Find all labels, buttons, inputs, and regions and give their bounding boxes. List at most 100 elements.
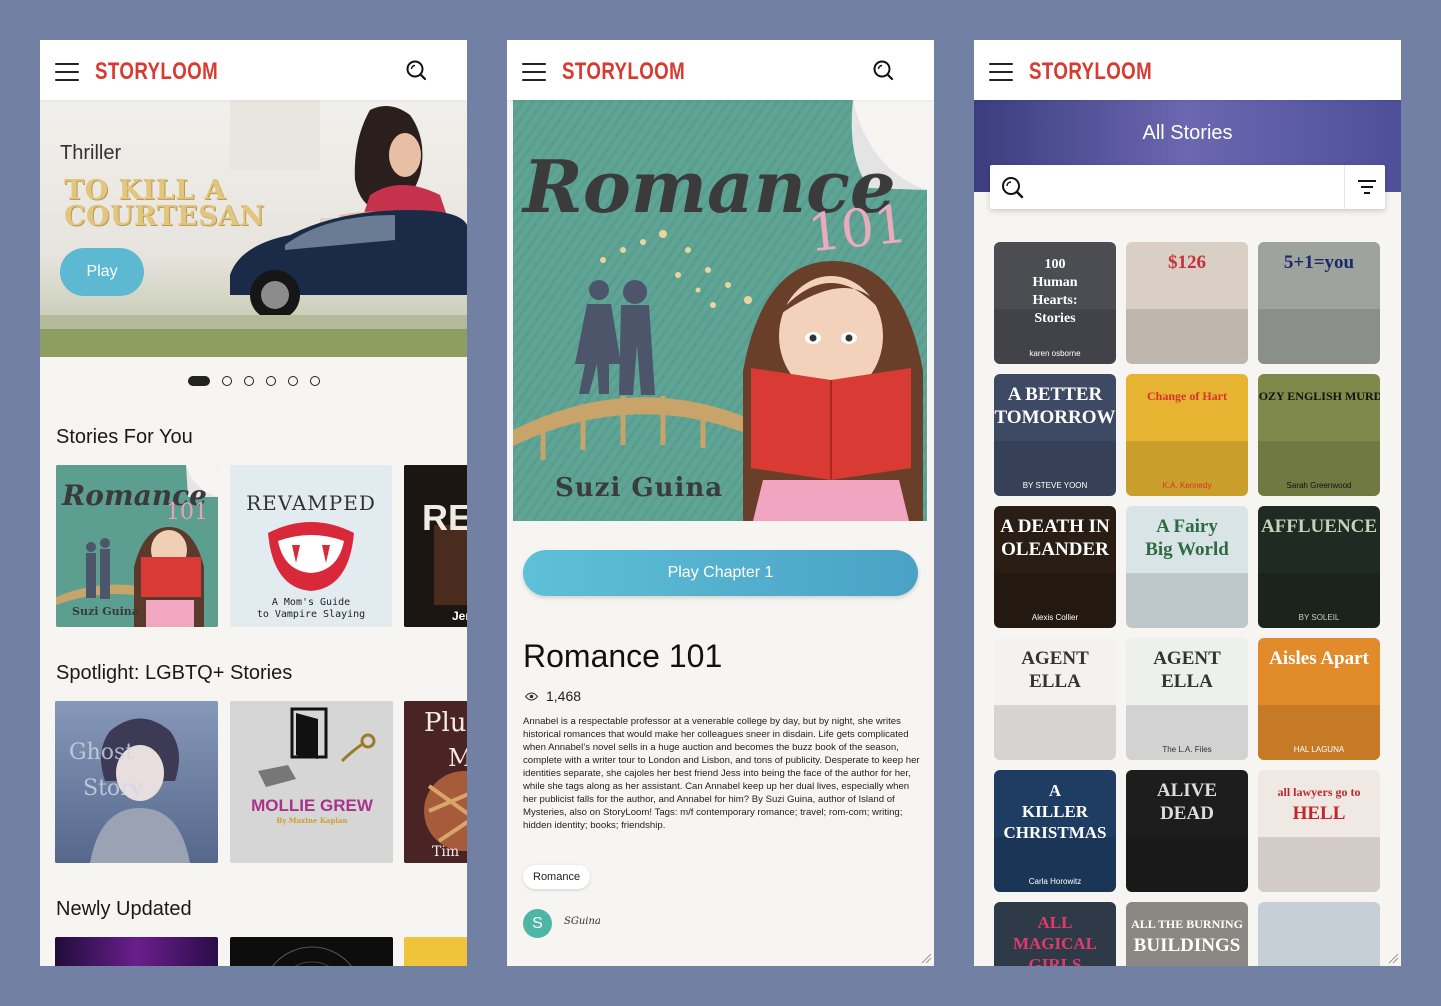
card-title: REC: [422, 497, 467, 538]
tile-cover-art: A COZY ENGLISH MURDER Sarah Greenwood: [1258, 389, 1380, 496]
carousel-dot-6[interactable]: [310, 376, 320, 386]
tile-title-line: Hearts:: [1032, 293, 1077, 308]
story-tile[interactable]: AGENT ELLA The L.A. Files: [1126, 638, 1248, 760]
tile-title-line: CHRISTMAS: [1004, 823, 1107, 842]
story-tile[interactable]: [1258, 902, 1380, 966]
story-tile[interactable]: all lawyers go to HELL: [1258, 770, 1380, 892]
tile-title-line: BUILDINGS: [1134, 935, 1241, 956]
brand-logo[interactable]: STORYLOOM: [562, 58, 685, 86]
story-card-romance-101[interactable]: Romance 101 Suzi Guina: [56, 465, 218, 627]
cover-art: Ghost Story: [55, 701, 218, 863]
carousel-dot-2[interactable]: [222, 376, 232, 386]
hero-play-button[interactable]: Play: [60, 248, 144, 296]
story-tile[interactable]: Aisles Apart HAL LAGUNA: [1258, 638, 1380, 760]
play-chapter-button[interactable]: Play Chapter 1: [523, 550, 918, 596]
card-title: Ghost: [69, 740, 134, 765]
tile-title-line: AGENT: [1153, 648, 1221, 669]
story-tile[interactable]: ALIVE DEAD: [1126, 770, 1248, 892]
story-tile[interactable]: $126: [1126, 242, 1248, 364]
tile-title-line: AFFLUENCE: [1261, 516, 1377, 537]
tile-title-line: KILLER: [1022, 802, 1089, 821]
card-title: REVAMPED: [246, 491, 376, 515]
section-title-newly-updated: Newly Updated: [56, 898, 192, 920]
story-tile[interactable]: 100 Human Hearts: Stories karen osborne: [994, 242, 1116, 364]
tile-cover-art: ALIVEDEAD: [1126, 780, 1248, 892]
story-tile[interactable]: ALL MAGICAL GIRLS: [994, 902, 1116, 966]
tile-title-line: Big World: [1145, 539, 1229, 560]
brand-logo[interactable]: STORYLOOM: [95, 58, 218, 86]
cover-art: MOLLIE GREW By Maxine Kaplan: [230, 701, 393, 863]
tile-cover-art: Change of Hart K.A. Kennedy: [1126, 389, 1248, 496]
search-icon[interactable]: [405, 59, 427, 81]
tile-title-line: A COZY ENGLISH MURDER: [1258, 389, 1380, 403]
tile-cover-art: AFFLUENCE BY SOLEIL: [1258, 516, 1380, 628]
author-name[interactable]: SGuina: [564, 916, 601, 927]
search-icon[interactable]: [872, 59, 894, 81]
story-card-rec[interactable]: REC Jen: [404, 465, 467, 627]
story-tile[interactable]: Change of Hart K.A. Kennedy: [1126, 374, 1248, 496]
author-avatar[interactable]: S: [523, 909, 552, 938]
tile-title-line: 100: [1045, 257, 1066, 272]
carousel-dot-1[interactable]: [188, 376, 210, 386]
cover-art: [272, 946, 352, 966]
story-tile[interactable]: 5+1=you: [1258, 242, 1380, 364]
story-card-revamped[interactable]: REVAMPED A Mom's Guide to Vampire Slayin…: [230, 465, 392, 627]
story-card-ghost-story[interactable]: Ghost Story: [55, 701, 218, 863]
brand-logo[interactable]: STORYLOOM: [1029, 58, 1152, 86]
story-tile[interactable]: AGENT ELLA: [994, 638, 1116, 760]
tile-cover-art: 100 Human Hearts: Stories karen osborne: [994, 257, 1116, 364]
cover-art: Plu M Tim: [404, 701, 467, 863]
story-card-newly-1[interactable]: [55, 937, 218, 966]
tile-title-line: A Fairy: [1156, 516, 1218, 537]
hero-genre: Thriller: [60, 142, 122, 164]
tile-author: BY SOLEIL: [1299, 613, 1340, 622]
carousel-dot-4[interactable]: [266, 376, 276, 386]
card-author: By Maxine Kaplan: [276, 816, 347, 825]
story-card-plum[interactable]: Plu M Tim: [404, 701, 467, 863]
carousel-dot-3[interactable]: [244, 376, 254, 386]
story-detail-screen: STORYLOOM Romance 101 Suzi Guina Play Ch…: [507, 40, 934, 966]
hero-banner[interactable]: Thriller TO KILL A COURTESAN Play: [40, 100, 467, 357]
genre-tag[interactable]: Romance: [523, 865, 591, 889]
card-author: Jen: [452, 609, 467, 623]
story-card-newly-2[interactable]: [230, 937, 393, 966]
card-subtitle: A Mom's Guide: [272, 597, 350, 608]
story-tile[interactable]: ALL THE BURNING BUILDINGS: [1126, 902, 1248, 966]
tile-author: Carla Horowitz: [1029, 877, 1081, 886]
menu-icon[interactable]: [522, 63, 548, 81]
story-tile[interactable]: A KILLER CHRISTMAS Carla Horowitz: [994, 770, 1116, 892]
tile-title-line: ALL THE BURNING: [1131, 917, 1243, 931]
card-title: Plu: [424, 708, 467, 738]
carousel-dot-5[interactable]: [288, 376, 298, 386]
resize-handle-icon[interactable]: [920, 952, 932, 964]
resize-handle-icon[interactable]: [1387, 952, 1399, 964]
view-count-value: 1,468: [546, 688, 582, 704]
filter-icon[interactable]: [1356, 176, 1378, 198]
tile-title-line: MAGICAL: [1013, 934, 1097, 953]
card-title: MOLLIE GREW: [251, 796, 374, 815]
tile-title-line: Aisles Apart: [1269, 648, 1369, 669]
cover-art: REVAMPED A Mom's Guide to Vampire Slayin…: [230, 465, 392, 627]
menu-icon[interactable]: [55, 63, 81, 81]
section-title-lgbtq-stories: Spotlight: LGBTQ+ Stories: [56, 662, 293, 684]
tile-title-line: ALIVE: [1157, 780, 1217, 801]
tile-author: BY STEVE YOON: [1023, 481, 1088, 490]
home-screen: STORYLOOM Thriller TO KILL A COURTESAN P…: [40, 40, 467, 966]
story-tile[interactable]: A DEATH IN OLEANDER Alexis Collier: [994, 506, 1116, 628]
story-tile[interactable]: AFFLUENCE BY SOLEIL: [1258, 506, 1380, 628]
menu-icon[interactable]: [989, 63, 1015, 81]
tile-cover-art: ALL THE BURNING BUILDINGS: [1131, 917, 1243, 956]
tile-title-line: all lawyers go to: [1278, 785, 1361, 799]
tile-title-line: A: [1049, 781, 1062, 800]
story-card-newly-3[interactable]: [404, 937, 467, 966]
tile-title-line: ELLA: [1161, 671, 1213, 692]
story-card-mollie-grew[interactable]: MOLLIE GREW By Maxine Kaplan: [230, 701, 393, 863]
card-subtitle-2: to Vampire Slaying: [257, 609, 365, 620]
story-tile[interactable]: A Fairy Big World: [1126, 506, 1248, 628]
story-tile[interactable]: A COZY ENGLISH MURDER Sarah Greenwood: [1258, 374, 1380, 496]
tile-title-line: DEAD: [1160, 803, 1214, 824]
tile-author: Alexis Collier: [1032, 613, 1079, 622]
search-input[interactable]: [1034, 173, 1334, 201]
tile-title-line: AGENT: [1021, 648, 1089, 669]
story-tile[interactable]: A BETTER TOMORROW BY STEVE YOON: [994, 374, 1116, 496]
